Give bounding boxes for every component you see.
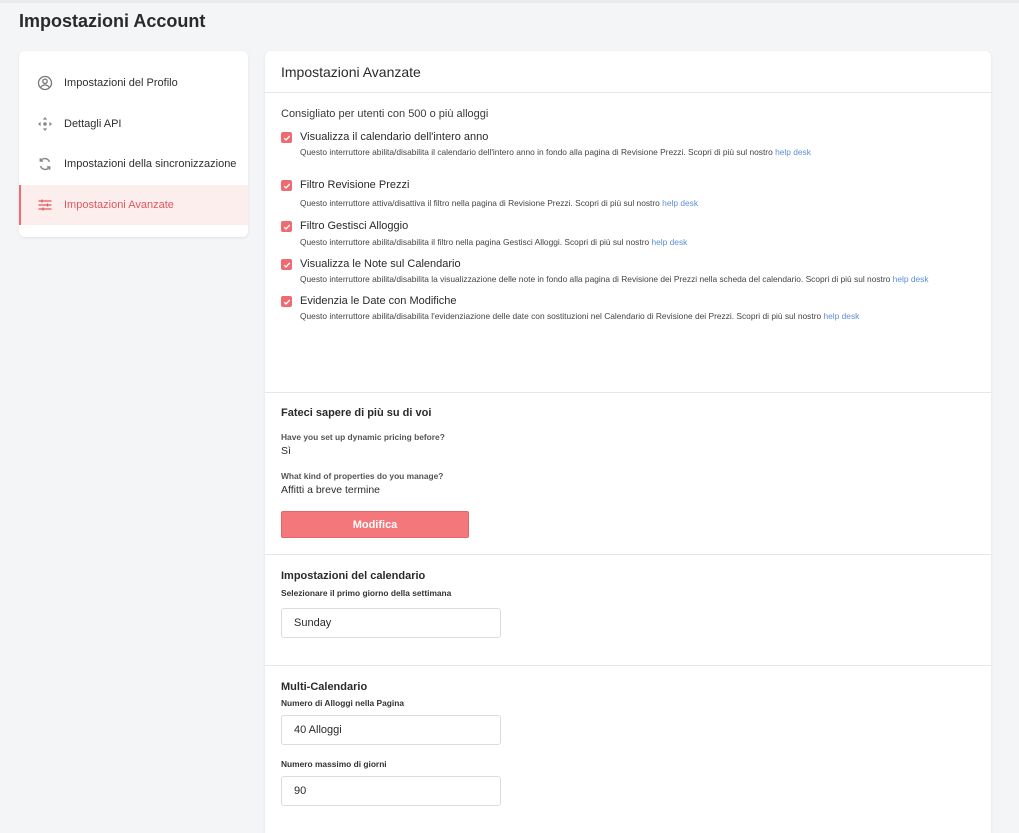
arrows-move-icon [37, 116, 53, 132]
about-you-section: Fateci sapere di più su di voi Have you … [265, 393, 991, 555]
answer-value: Sì [281, 445, 291, 457]
field-label: Numero di Alloggi nella Pagina [281, 698, 405, 708]
section-title: Multi-Calendario [281, 681, 368, 693]
checkbox-price-review-filter[interactable] [281, 180, 292, 191]
option-description: Questo interruttore abilita/disabilita l… [300, 310, 970, 322]
option-title: Evidenzia le Date con Modifiche [300, 295, 457, 307]
section-subtitle: Consigliato per utenti con 500 o più all… [281, 108, 489, 120]
page-title: Impostazioni Account [19, 11, 206, 31]
option-highlight-dates: Evidenzia le Date con Modifiche Questo i… [281, 294, 975, 322]
sidebar-item-sync[interactable]: Impostazioni della sincronizzazione [19, 144, 248, 185]
option-desc-text: Questo interruttore abilita/disabilita l… [300, 274, 893, 284]
option-title: Filtro Gestisci Alloggio [300, 220, 409, 232]
option-calendar-notes: Visualizza le Note sul Calendario Questo… [281, 257, 975, 285]
checkbox-calendar-notes[interactable] [281, 259, 292, 270]
option-description: Questo interruttore abilita/disabilita i… [300, 236, 970, 248]
sidebar-item-label: Impostazioni del Profilo [64, 77, 178, 90]
option-manage-property-filter: Filtro Gestisci Alloggio Questo interrut… [281, 219, 975, 248]
checkbox-manage-property-filter[interactable] [281, 221, 292, 232]
calendar-settings-section: Impostazioni del calendario Selezionare … [265, 555, 991, 666]
field-label: Selezionare il primo giorno della settim… [281, 588, 452, 598]
option-desc-text: Questo interruttore abilita/disabilita l… [300, 311, 824, 321]
check-icon [283, 299, 290, 305]
checkbox-highlight-dates[interactable] [281, 296, 292, 307]
question-label: What kind of properties do you manage? [281, 471, 444, 481]
check-icon [283, 224, 290, 230]
check-icon [283, 262, 290, 268]
section-title: Fateci sapere di più su di voi [281, 407, 432, 419]
option-description: Questo interruttore abilita/disabilita l… [300, 273, 970, 285]
card-title: Impostazioni Avanzate [265, 51, 991, 93]
answer-value: Affitti a breve termine [281, 484, 381, 496]
max-days-input[interactable]: 90 [281, 776, 501, 806]
properties-per-page-select[interactable]: 40 Alloggi [281, 715, 501, 745]
sync-icon [37, 156, 53, 172]
sidebar-item-profile[interactable]: Impostazioni del Profilo [19, 63, 248, 104]
option-price-review-filter: Filtro Revisione Prezzi Questo interrutt… [281, 178, 975, 209]
multi-calendar-section: Multi-Calendario Numero di Alloggi nella… [265, 666, 991, 826]
check-icon [283, 183, 290, 189]
first-day-select[interactable]: Sunday [281, 608, 501, 638]
option-full-year-calendar: Visualizza il calendario dell'intero ann… [281, 130, 975, 158]
advanced-settings-card: Impostazioni Avanzate Consigliato per ut… [265, 51, 991, 833]
sliders-icon [37, 197, 53, 213]
option-title: Visualizza il calendario dell'intero ann… [300, 131, 489, 143]
sidebar-item-advanced[interactable]: Impostazioni Avanzate [19, 184, 248, 225]
field-label: Numero massimo di giorni [281, 759, 387, 769]
question-label: Have you set up dynamic pricing before? [281, 432, 445, 442]
advanced-options-section: Consigliato per utenti con 500 o più all… [265, 93, 991, 393]
option-title: Visualizza le Note sul Calendario [300, 258, 461, 270]
edit-button[interactable]: Modifica [281, 511, 469, 538]
help-desk-link[interactable]: help desk [775, 147, 811, 157]
help-desk-link[interactable]: help desk [662, 198, 698, 208]
top-divider [0, 0, 1019, 3]
sidebar-item-label: Impostazioni Avanzate [64, 198, 174, 211]
option-desc-text: Questo interruttore abilita/disabilita i… [300, 237, 652, 247]
option-description: Questo interruttore abilita/disabilita i… [300, 146, 970, 158]
option-title: Filtro Revisione Prezzi [300, 179, 410, 191]
sidebar-item-label: Impostazioni della sincronizzazione [64, 158, 237, 171]
option-desc-text: Questo interruttore attiva/disattiva il … [300, 198, 663, 208]
settings-sidebar: Impostazioni del Profilo Dettagli API Im… [19, 51, 248, 237]
sidebar-item-api[interactable]: Dettagli API [19, 104, 248, 145]
option-desc-text: Questo interruttore abilita/disabilita i… [300, 147, 776, 157]
section-title: Impostazioni del calendario [281, 570, 426, 582]
user-circle-icon [37, 75, 53, 91]
help-desk-link[interactable]: help desk [823, 311, 859, 321]
option-description: Questo interruttore attiva/disattiva il … [300, 197, 970, 209]
checkbox-full-year-calendar[interactable] [281, 132, 292, 143]
check-icon [283, 135, 290, 141]
help-desk-link[interactable]: help desk [651, 237, 687, 247]
help-desk-link[interactable]: help desk [893, 274, 929, 284]
sidebar-item-label: Dettagli API [64, 117, 122, 130]
